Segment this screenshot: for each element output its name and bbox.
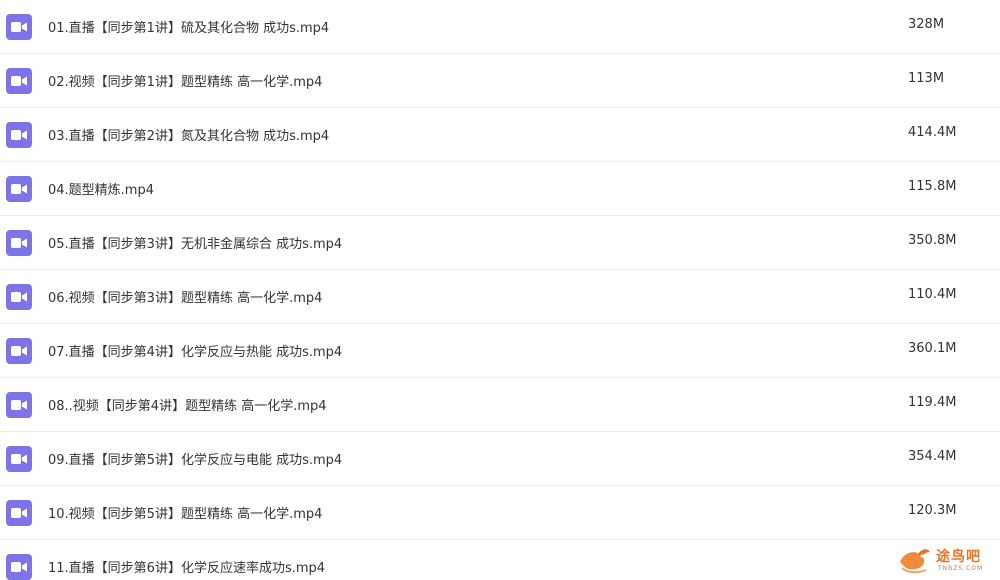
file-row[interactable]: 08..视频【同步第4讲】题型精练 高一化学.mp4 119.4M	[0, 378, 1000, 432]
file-size: 414.4M	[908, 125, 957, 140]
video-file-icon	[6, 500, 32, 526]
watermark-subtext: TNBZS.COM	[938, 565, 984, 572]
video-file-icon	[6, 554, 32, 580]
file-name[interactable]: 03.直播【同步第2讲】氮及其化合物 成功s.mp4	[48, 125, 329, 144]
file-name[interactable]: 10.视频【同步第5讲】题型精练 高一化学.mp4	[48, 503, 322, 522]
video-file-icon	[6, 392, 32, 418]
file-size: 113M	[908, 71, 945, 86]
file-name[interactable]: 04.题型精炼.mp4	[48, 179, 154, 198]
video-file-icon	[6, 284, 32, 310]
file-row[interactable]: 06.视频【同步第3讲】题型精练 高一化学.mp4 110.4M	[0, 270, 1000, 324]
file-row[interactable]: 09.直播【同步第5讲】化学反应与电能 成功s.mp4 354.4M	[0, 432, 1000, 486]
video-file-icon	[6, 68, 32, 94]
file-row[interactable]: 05.直播【同步第3讲】无机非金属综合 成功s.mp4 350.8M	[0, 216, 1000, 270]
video-file-icon	[6, 14, 32, 40]
file-name[interactable]: 05.直播【同步第3讲】无机非金属综合 成功s.mp4	[48, 233, 342, 252]
file-name[interactable]: 06.视频【同步第3讲】题型精练 高一化学.mp4	[48, 287, 322, 306]
file-size: 115.8M	[908, 179, 957, 194]
video-file-icon	[6, 176, 32, 202]
file-name[interactable]: 07.直播【同步第4讲】化学反应与热能 成功s.mp4	[48, 341, 342, 360]
watermark-logo: 途鸟吧 TNBZS.COM	[896, 544, 996, 578]
file-row[interactable]: 07.直播【同步第4讲】化学反应与热能 成功s.mp4 360.1M	[0, 324, 1000, 378]
file-row[interactable]: 10.视频【同步第5讲】题型精练 高一化学.mp4 120.3M	[0, 486, 1000, 540]
file-size: 120.3M	[908, 503, 957, 518]
file-size: 360.1M	[908, 341, 957, 356]
bird-logo-icon	[900, 549, 930, 574]
file-name[interactable]: 08..视频【同步第4讲】题型精练 高一化学.mp4	[48, 395, 327, 414]
file-row[interactable]: 11.直播【同步第6讲】化学反应速率成功s.mp4	[0, 540, 1000, 580]
file-row[interactable]: 01.直播【同步第1讲】硫及其化合物 成功s.mp4 328M	[0, 0, 1000, 54]
file-size: 350.8M	[908, 233, 957, 248]
file-name[interactable]: 11.直播【同步第6讲】化学反应速率成功s.mp4	[48, 557, 325, 576]
file-list: 01.直播【同步第1讲】硫及其化合物 成功s.mp4 328M 02.视频【同步第1…	[0, 0, 1000, 580]
file-row[interactable]: 03.直播【同步第2讲】氮及其化合物 成功s.mp4 414.4M	[0, 108, 1000, 162]
video-file-icon	[6, 338, 32, 364]
file-name[interactable]: 01.直播【同步第1讲】硫及其化合物 成功s.mp4	[48, 17, 329, 36]
file-name[interactable]: 02.视频【同步第1讲】题型精练 高一化学.mp4	[48, 71, 322, 90]
file-size: 110.4M	[908, 287, 957, 302]
video-file-icon	[6, 122, 32, 148]
video-file-icon	[6, 446, 32, 472]
video-file-icon	[6, 230, 32, 256]
file-name[interactable]: 09.直播【同步第5讲】化学反应与电能 成功s.mp4	[48, 449, 342, 468]
file-row[interactable]: 02.视频【同步第1讲】题型精练 高一化学.mp4 113M	[0, 54, 1000, 108]
file-size: 119.4M	[908, 395, 957, 410]
file-size: 354.4M	[908, 449, 957, 464]
file-size: 328M	[908, 17, 945, 32]
file-row[interactable]: 04.题型精炼.mp4 115.8M	[0, 162, 1000, 216]
watermark-text: 途鸟吧	[936, 549, 981, 565]
